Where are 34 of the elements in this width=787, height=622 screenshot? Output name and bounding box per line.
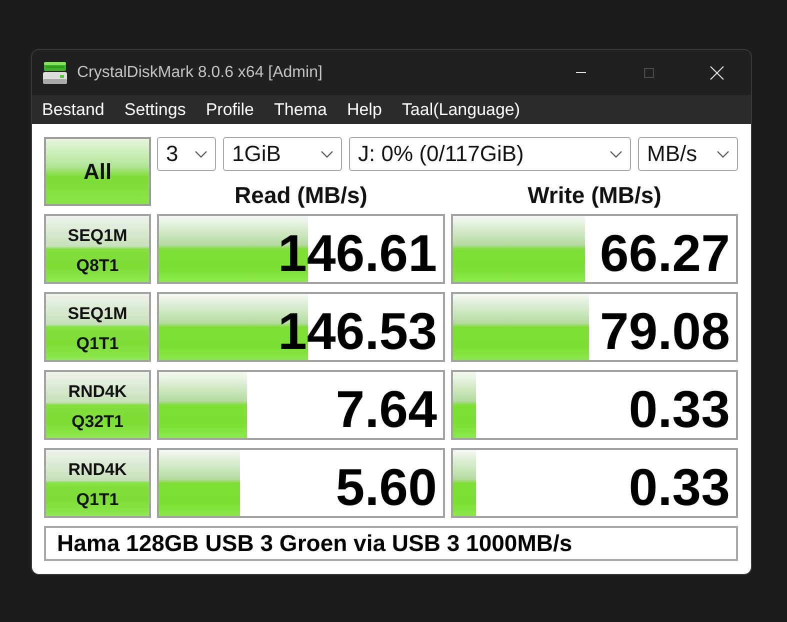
test-button[interactable]: RND4K Q1T1 bbox=[44, 448, 151, 518]
speed-value: 5.60 bbox=[336, 462, 437, 514]
menu-item[interactable]: Thema bbox=[264, 96, 337, 122]
chevron-down-icon bbox=[321, 150, 333, 158]
test-count-dropdown[interactable]: 3 bbox=[157, 137, 216, 171]
speed-value: 7.64 bbox=[336, 384, 437, 436]
speed-value: 66.27 bbox=[600, 228, 730, 280]
speed-value: 0.33 bbox=[628, 384, 730, 436]
speed-value: 146.53 bbox=[278, 306, 437, 358]
menu-item[interactable]: Settings bbox=[114, 96, 196, 122]
comment-field[interactable]: Hama 128GB USB 3 Groen via USB 3 1000MB/s bbox=[44, 526, 738, 561]
chevron-down-icon bbox=[610, 150, 622, 158]
speed-value: 0.33 bbox=[628, 462, 730, 514]
drive-icon bbox=[42, 60, 68, 84]
column-header: Write (MB/s) bbox=[528, 185, 662, 206]
speed-value: 146.61 bbox=[278, 228, 437, 280]
window-title: CrystalDiskMark 8.0.6 x64 [Admin] bbox=[77, 64, 324, 82]
column-header: Read (MB/s) bbox=[234, 185, 368, 206]
menu-item[interactable]: Help bbox=[336, 96, 392, 122]
menu-item[interactable]: Bestand bbox=[32, 96, 114, 122]
unit-dropdown[interactable]: MB/s bbox=[638, 137, 738, 171]
run-all-button[interactable]: All bbox=[44, 137, 151, 206]
chevron-down-icon bbox=[717, 150, 729, 158]
speed-value: 79.08 bbox=[600, 306, 730, 358]
drive-dropdown[interactable]: J: 0% (0/117GiB) bbox=[349, 137, 631, 171]
close-icon bbox=[710, 66, 724, 80]
test-button[interactable]: RND4K Q32T1 bbox=[44, 370, 151, 440]
test-button[interactable]: SEQ1M Q8T1 bbox=[44, 214, 151, 284]
chevron-down-icon bbox=[195, 150, 207, 158]
menu-item[interactable]: Taal(Language) bbox=[392, 96, 530, 122]
menu-item[interactable]: Profile bbox=[196, 96, 264, 122]
test-button[interactable]: SEQ1M Q1T1 bbox=[44, 292, 151, 362]
test-size-dropdown[interactable]: 1GiB bbox=[223, 137, 342, 171]
minimize-icon bbox=[576, 72, 586, 73]
